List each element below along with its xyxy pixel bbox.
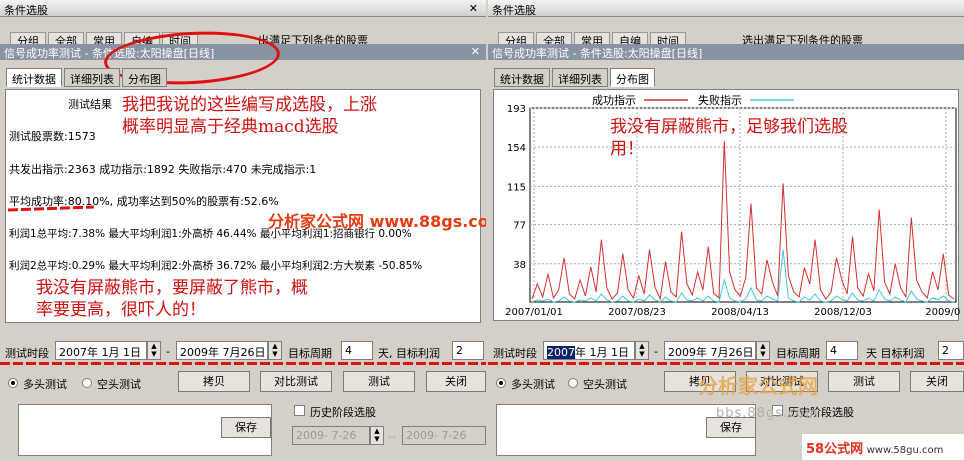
close-button[interactable]: 关闭 bbox=[910, 371, 964, 392]
watermark-url: bbs.88gs.com bbox=[716, 406, 819, 421]
background-window-title: 条件选股 bbox=[488, 0, 964, 17]
history-date-b[interactable]: 2009- 7-26 bbox=[402, 426, 486, 445]
radio-short-test[interactable] bbox=[82, 378, 92, 388]
window-title-text: 信号成功率测试 - 条件选股:太阳操盘[日线] bbox=[492, 47, 703, 60]
history-date-sep: -- bbox=[388, 430, 396, 443]
target-period-label: 目标周期 bbox=[776, 347, 820, 360]
start-date-field[interactable]: 2007年 1月 1日 bbox=[543, 341, 635, 360]
background-title-text: 条件选股 bbox=[4, 4, 48, 17]
target-profit-input[interactable]: 2 bbox=[938, 341, 964, 360]
annotation: 我没有屏蔽熊市，足够我们选股 用！ bbox=[610, 117, 848, 159]
x-tick-label: 2009/07 bbox=[925, 307, 960, 318]
end-date-spinner[interactable]: ▲ ▼ bbox=[268, 341, 282, 360]
test-button[interactable]: 测试 bbox=[828, 371, 900, 392]
left-screenshot: 条件选股 ✕ 分组 全部 常用 自编 时间 出满足下列条件的股票 信号成功率测试 - 条件… bbox=[0, 0, 486, 461]
end-date-field[interactable]: 2009年 7月26日 bbox=[664, 341, 756, 360]
close-button[interactable]: 关闭 bbox=[426, 371, 486, 392]
target-period-input[interactable]: 4 bbox=[341, 341, 373, 360]
logo-text: 58公式网 bbox=[806, 442, 864, 457]
result-stock-count: 测试股票数:1573 bbox=[9, 130, 96, 143]
tab-statistics[interactable]: 统计数据 bbox=[494, 68, 550, 87]
tab-distribution[interactable]: 分布图 bbox=[122, 68, 167, 87]
target-profit-label: 天, 目标利润 bbox=[378, 347, 440, 360]
period-label: 测试时段 bbox=[493, 347, 537, 360]
y-tick-label: 154 bbox=[507, 143, 526, 154]
radio-short-label: 空头测试 bbox=[583, 378, 627, 391]
result-signal-counts: 共发出指示:2363 成功指示:1892 失败指示:470 未完成指示:1 bbox=[9, 163, 317, 176]
result-profit2: 利润2总平均:0.29% 最大平均利润2:外高桥 36.72% 最小平均利润2:… bbox=[9, 260, 423, 272]
radio-long-label: 多头测试 bbox=[23, 378, 67, 391]
end-date-field[interactable]: 2009年 7月26日 bbox=[176, 341, 268, 360]
save-button[interactable]: 保存 bbox=[221, 417, 271, 438]
radio-long-test[interactable] bbox=[8, 378, 18, 388]
tab-distribution[interactable]: 分布图 bbox=[610, 68, 655, 87]
tab-detail-list[interactable]: 详细列表 bbox=[552, 68, 608, 87]
radio-short-test[interactable] bbox=[568, 378, 578, 388]
y-tick-label: 77 bbox=[513, 221, 526, 232]
end-date-spinner[interactable]: ▲ ▼ bbox=[756, 341, 770, 360]
radio-long-test[interactable] bbox=[496, 378, 506, 388]
red-underline bbox=[488, 362, 964, 365]
tab-detail-list[interactable]: 详细列表 bbox=[64, 68, 120, 87]
period-label: 测试时段 bbox=[5, 347, 49, 360]
y-tick-label: 193 bbox=[507, 104, 526, 115]
y-tick-label: 38 bbox=[513, 260, 526, 271]
close-icon[interactable]: ✕ bbox=[471, 45, 480, 58]
x-tick-label: 2008/12/03 bbox=[814, 307, 872, 318]
annotation-bottom: 我没有屏蔽熊市，要屏蔽了熊市，概 率要更高，很吓人的！ bbox=[36, 278, 308, 320]
history-date-a-spinner[interactable]: ▲ ▼ bbox=[370, 426, 384, 445]
start-date-year: 2007 bbox=[547, 346, 575, 359]
copy-button[interactable]: 拷贝 bbox=[178, 371, 250, 392]
history-label: 历史阶段选股 bbox=[310, 406, 376, 419]
compare-test-button[interactable]: 对比测试 bbox=[260, 371, 332, 392]
tab-bar: 统计数据 详细列表 分布图 bbox=[6, 68, 169, 88]
start-date-spinner[interactable]: ▲ ▼ bbox=[147, 341, 161, 360]
red-underline bbox=[0, 362, 486, 365]
radio-long-label: 多头测试 bbox=[511, 378, 555, 391]
tab-bar: 统计数据 详细列表 分布图 bbox=[494, 68, 657, 88]
window-title: 信号成功率测试 - 条件选股:太阳操盘[日线] bbox=[488, 44, 964, 60]
history-checkbox[interactable] bbox=[294, 405, 305, 416]
close-icon[interactable]: ✕ bbox=[469, 2, 478, 15]
start-date-spinner[interactable]: ▲ ▼ bbox=[635, 341, 649, 360]
y-tick-label: 115 bbox=[507, 182, 526, 193]
target-profit-input[interactable]: 2 bbox=[452, 341, 484, 360]
watermark: 分析家公式网 www.88gs.com bbox=[268, 212, 486, 231]
x-tick-label: 2008/04/13 bbox=[711, 307, 769, 318]
start-date-rest: 年 1月 1日 bbox=[575, 346, 629, 359]
target-period-label: 目标周期 bbox=[288, 347, 332, 360]
date-dash: - bbox=[654, 345, 658, 358]
date-dash: - bbox=[166, 345, 170, 358]
right-screenshot: 条件选股 分组 全部 常用 自编 时间 选出满足下列条件的股票 信号成功率测试 - 条件… bbox=[488, 0, 964, 461]
chart-panel: 38 77 115 154 193 2007/01/01 2007/08/23 2008/04… bbox=[493, 89, 964, 321]
annotation-top: 我把我说的这些编写成选股，上涨 概率明显高于经典macd选股 bbox=[122, 95, 377, 137]
background-title-text: 条件选股 bbox=[492, 4, 536, 17]
site-logo: 58公式网 www.58gu.com bbox=[802, 434, 964, 460]
radio-short-label: 空头测试 bbox=[97, 378, 141, 391]
test-button[interactable]: 测试 bbox=[343, 371, 415, 392]
results-heading: 测试结果 bbox=[68, 98, 112, 111]
target-period-input[interactable]: 4 bbox=[826, 341, 858, 360]
x-tick-label: 2007/01/01 bbox=[505, 307, 563, 318]
x-tick-label: 2007/08/23 bbox=[608, 307, 666, 318]
legend-label: 成功指示 bbox=[592, 93, 636, 107]
results-panel: 测试结果 测试股票数:1573 共发出指示:2363 成功指示:1892 失败指… bbox=[5, 89, 486, 323]
tab-statistics[interactable]: 统计数据 bbox=[6, 68, 62, 87]
logo-url: www.58gu.com bbox=[866, 445, 944, 456]
background-window-title: 条件选股 ✕ bbox=[0, 0, 486, 17]
legend-label: 失败指示 bbox=[698, 93, 742, 107]
start-date-field[interactable]: 2007年 1月 1日 bbox=[55, 341, 147, 360]
history-date-a[interactable]: 2009- 7-26 bbox=[292, 426, 370, 445]
watermark: 分析家公式网 bbox=[698, 374, 818, 398]
target-profit-label: 天 目标利润 bbox=[866, 347, 925, 360]
